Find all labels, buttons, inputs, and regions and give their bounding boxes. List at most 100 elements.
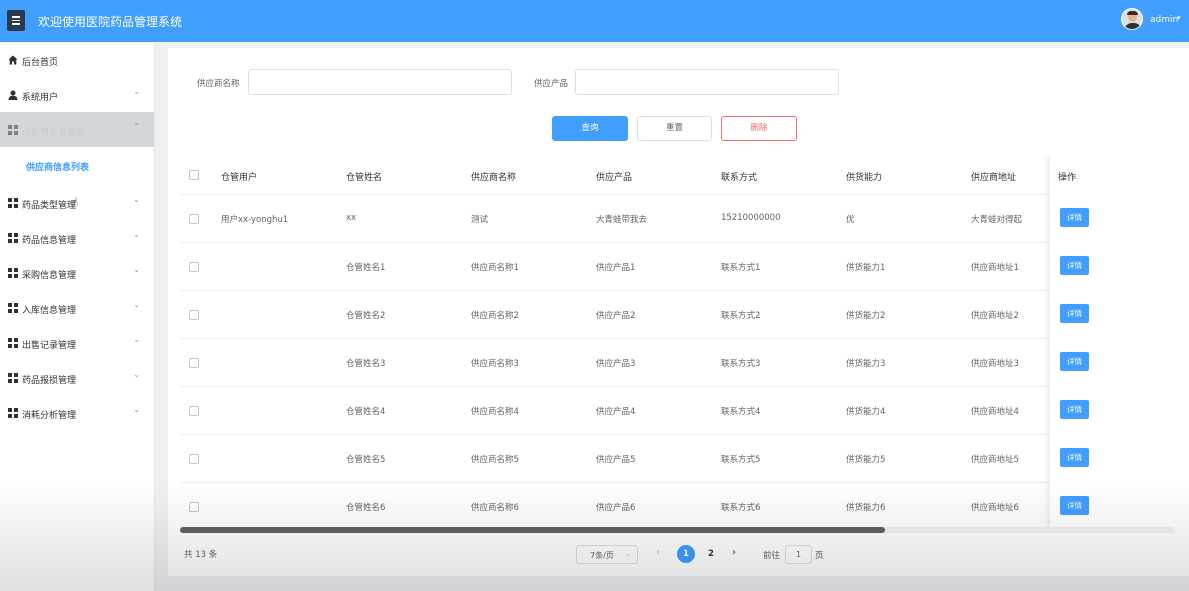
table-cell: 仓管姓名5 — [346, 455, 386, 465]
chevron-down-icon: ⌄ — [133, 87, 140, 96]
table-row[interactable]: 仓管姓名4 供应商名称4 供应产品4 联系方式4 供货能力4 供应商地址4 — [180, 387, 1175, 435]
detail-button[interactable]: 详情 — [1060, 400, 1089, 419]
sidebar-item-stock-in[interactable]: 入库信息管理 ⌄ — [0, 290, 154, 325]
detail-button[interactable]: 详情 — [1060, 352, 1089, 371]
row-checkbox[interactable] — [189, 214, 199, 224]
table-row[interactable]: 仓管姓名6 供应商名称6 供应产品6 联系方式6 供货能力6 供应商地址6 — [180, 483, 1175, 531]
sidebar-item-label: 消耗分析管理 — [22, 411, 77, 421]
sidebar-item-label: 采购信息管理 — [22, 271, 77, 281]
horizontal-scrollbar[interactable] — [180, 527, 1175, 533]
table-cell: 联系方式6 — [721, 503, 761, 513]
table-cell: 供货能力1 — [846, 263, 886, 273]
avatar[interactable] — [1121, 8, 1143, 30]
product-input[interactable] — [575, 69, 839, 95]
grid-icon — [8, 268, 18, 278]
sidebar-item-label: 后台首页 — [22, 58, 59, 68]
row-checkbox[interactable] — [189, 358, 199, 368]
menu-toggle-button[interactable] — [7, 10, 25, 31]
table-cell: 供应产品4 — [596, 407, 636, 417]
row-checkbox[interactable] — [189, 262, 199, 272]
goto-page-input[interactable]: 1 — [785, 545, 812, 564]
sidebar-item-home[interactable]: 后台首页 — [0, 42, 154, 77]
table-cell: 仓管姓名4 — [346, 407, 386, 417]
table-cell: 供应产品3 — [596, 359, 636, 369]
table-row[interactable]: 仓管姓名1 供应商名称1 供应产品1 联系方式1 供货能力1 供应商地址1 — [180, 243, 1175, 291]
chevron-down-icon: ⌄ — [133, 335, 140, 344]
grid-icon — [8, 233, 18, 243]
table-cell: 供应商地址5 — [971, 455, 1019, 465]
column-header[interactable]: 供货能力 — [846, 170, 882, 183]
sidebar-item-supplier-management[interactable]: 供应商信息管理 ⌃ — [0, 112, 154, 147]
reset-button[interactable]: 重置 — [637, 116, 712, 141]
next-page-icon[interactable]: › — [732, 547, 736, 558]
table-cell: 大青蛙带我去 — [596, 215, 648, 225]
prev-page-icon[interactable]: ‹ — [656, 547, 660, 558]
sidebar-item-damage[interactable]: 药品报损管理 ⌄ — [0, 360, 154, 395]
chevron-down-icon: ⌄ — [133, 405, 140, 414]
row-checkbox[interactable] — [189, 454, 199, 464]
column-header[interactable]: 仓管用户 — [221, 170, 257, 183]
sidebar-item-label: 药品信息管理 — [22, 236, 77, 246]
sidebar-item-sales[interactable]: 出售记录管理 ⌄ — [0, 325, 154, 360]
table-cell: 优 — [846, 215, 855, 225]
chevron-down-icon[interactable]: ▾ — [1177, 14, 1181, 22]
detail-button[interactable]: 详情 — [1060, 304, 1089, 323]
chevron-down-icon: ⌄ — [133, 370, 140, 379]
grid-icon — [8, 198, 18, 208]
table-cell: 供货能力4 — [846, 407, 886, 417]
supplier-name-input[interactable] — [248, 69, 512, 95]
table-cell: 供应商名称3 — [471, 359, 519, 369]
delete-button[interactable]: 删除 — [721, 116, 797, 141]
app-title: 欢迎使用医院药品管理系统 — [38, 15, 183, 29]
sidebar-item-consumption[interactable]: 消耗分析管理 ⌄ — [0, 395, 154, 430]
table-cell: 供应商地址1 — [971, 263, 1019, 273]
sidebar-item-purchase[interactable]: 采购信息管理 ⌄ — [0, 255, 154, 290]
sidebar-subitem-supplier-list[interactable]: 供应商信息列表 — [0, 149, 154, 181]
page-size-select[interactable]: 7条/页 ⌄ — [576, 545, 638, 564]
table-cell: 联系方式1 — [721, 263, 761, 273]
query-button[interactable]: 查询 — [552, 116, 628, 141]
detail-button[interactable]: 详情 — [1060, 496, 1089, 515]
chevron-down-icon: ⌄ — [625, 550, 631, 558]
supplier-table: 仓管用户 仓管姓名 供应商名称 供应产品 联系方式 供货能力 供应商地址 用户x… — [180, 155, 1175, 531]
column-header[interactable]: 供应商名称 — [471, 170, 516, 183]
actions-column: 操作 详情 详情 详情 详情 详情 详情 详情 — [1050, 155, 1175, 531]
column-header[interactable]: 供应商地址 — [971, 170, 1016, 183]
column-header[interactable]: 供应产品 — [596, 170, 632, 183]
column-header[interactable]: 仓管姓名 — [346, 170, 382, 183]
column-header[interactable]: 联系方式 — [721, 170, 757, 183]
detail-button[interactable]: 详情 — [1060, 448, 1089, 467]
select-all-checkbox[interactable] — [189, 170, 199, 180]
table-cell: 供货能力6 — [846, 503, 886, 513]
table-cell: 联系方式5 — [721, 455, 761, 465]
detail-button[interactable]: 详情 — [1060, 256, 1089, 275]
row-checkbox[interactable] — [189, 406, 199, 416]
row-checkbox[interactable] — [189, 502, 199, 512]
table-cell: 测试 — [471, 215, 489, 225]
table-cell: 供应商地址6 — [971, 503, 1019, 513]
chevron-down-icon: ⌄ — [133, 230, 140, 239]
user-name[interactable]: admin — [1150, 15, 1178, 25]
chevron-up-icon: ⌃ — [133, 122, 140, 131]
home-icon — [8, 55, 18, 65]
page-number[interactable]: 1 — [677, 545, 695, 563]
goto-label: 前往 — [763, 551, 781, 561]
sidebar-item-system-users[interactable]: 系统用户 ⌄ — [0, 77, 154, 112]
goto-suffix: 页 — [815, 551, 824, 561]
table-row[interactable]: 用户xx-yonghu1 xx 测试 大青蛙带我去 15210000000 优 … — [180, 195, 1175, 243]
grid-icon — [8, 373, 18, 383]
sidebar-subitem-label: 供应商信息列表 — [26, 163, 90, 173]
scrollbar-thumb[interactable] — [180, 527, 885, 533]
page-number[interactable]: 2 — [702, 545, 720, 563]
sidebar-item-label: 药品类型管理 — [22, 201, 77, 211]
table-row[interactable]: 仓管姓名5 供应商名称5 供应产品5 联系方式5 供货能力5 供应商地址5 — [180, 435, 1175, 483]
total-count: 共 13 条 — [184, 550, 218, 560]
table-row[interactable]: 仓管姓名3 供应商名称3 供应产品3 联系方式3 供货能力3 供应商地址3 — [180, 339, 1175, 387]
row-checkbox[interactable] — [189, 310, 199, 320]
table-cell: 供货能力2 — [846, 311, 886, 321]
product-label: 供应产品 — [534, 79, 569, 89]
table-row[interactable]: 仓管姓名2 供应商名称2 供应产品2 联系方式2 供货能力2 供应商地址2 — [180, 291, 1175, 339]
sidebar-item-drug-info[interactable]: 药品信息管理 ⌄ — [0, 220, 154, 255]
detail-button[interactable]: 详情 — [1060, 208, 1089, 227]
table-cell: 仓管姓名2 — [346, 311, 386, 321]
